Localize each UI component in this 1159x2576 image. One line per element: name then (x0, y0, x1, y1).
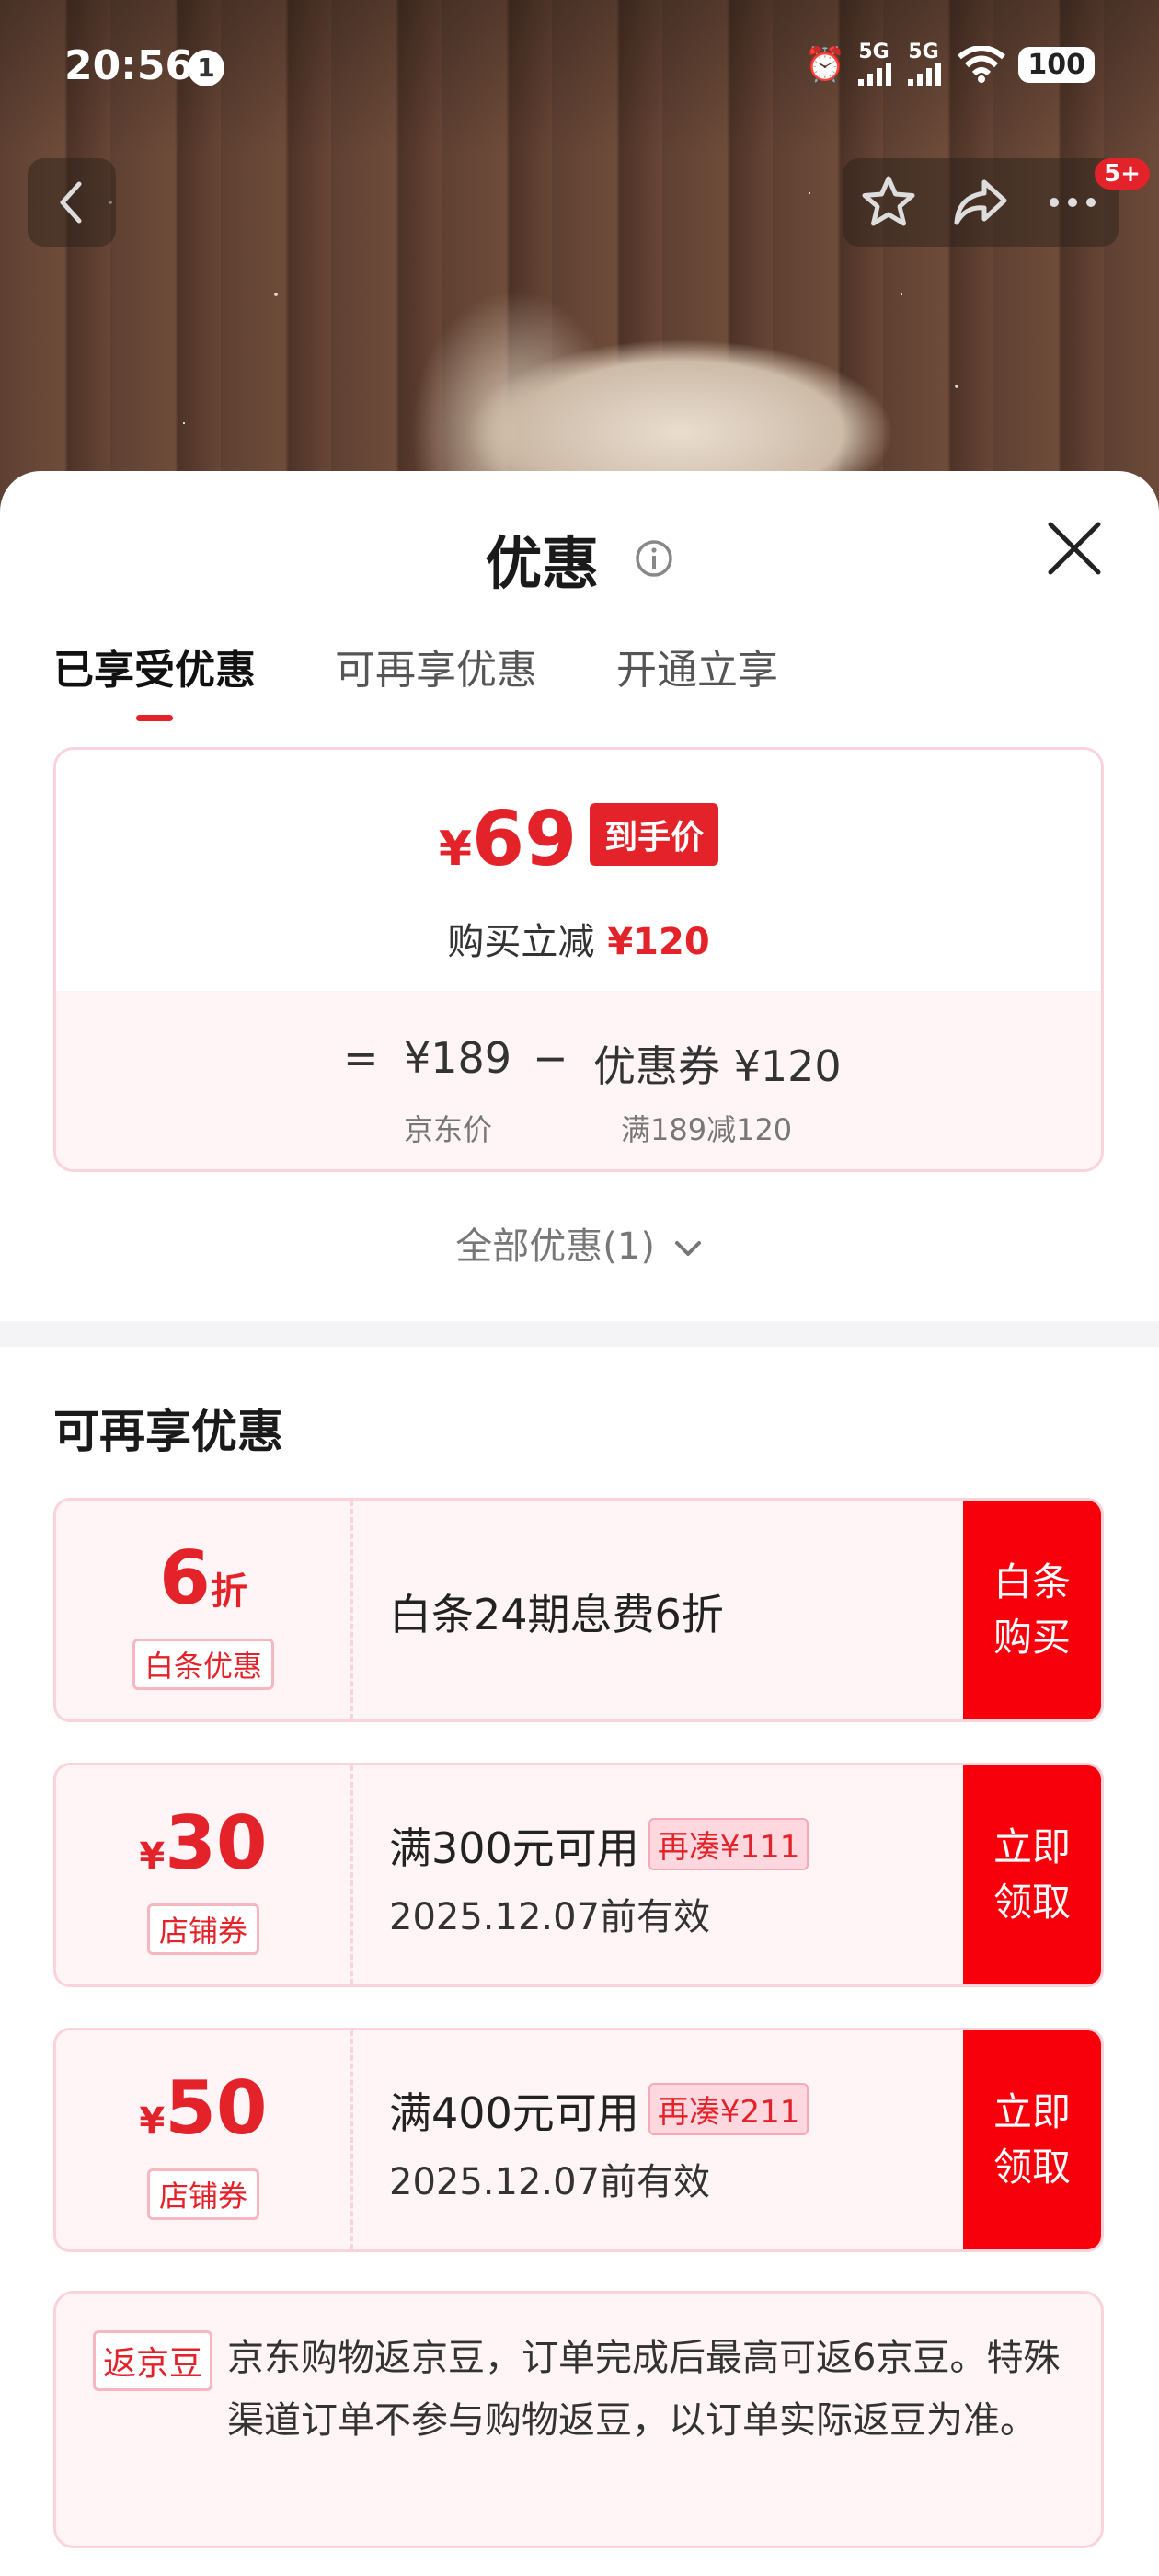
coupon-expiry: 2025.12.07前有效 (389, 2161, 711, 2203)
price-card: ¥69 到手价 购买立减 ¥120 = ¥189 − 优惠券 ¥120 京东价 满1… (53, 747, 1104, 1172)
coupon-condition-text: 满400元可用 (389, 2088, 639, 2138)
price-currency: ¥ (438, 822, 473, 877)
status-bar: 20:56 1 ⏰ 5G 5G 100 (0, 0, 1159, 138)
close-button[interactable] (1043, 517, 1106, 580)
coupon-type: 白条优惠 (132, 1639, 275, 1690)
coupon-card: ¥50 店铺券 满400元可用 再凑¥211 2025.12.07前有效 立即领取 (53, 2028, 1104, 2252)
coupon-value-block: ¥30 店铺券 (56, 1765, 350, 1984)
reduce-label: 购买立减 (447, 921, 595, 963)
baitiao-buy-button[interactable]: 白条购买 (963, 1501, 1101, 1719)
sheet-title-text: 优惠 (485, 530, 600, 597)
signal-1-icon: 5G (858, 42, 895, 86)
coupon-condition: 满300元可用 再凑¥111 (389, 1815, 809, 1876)
top-actions (843, 158, 1119, 247)
price-summary: ¥69 到手价 购买立减 ¥120 (56, 750, 1101, 991)
coupon-rule-label: 满189减120 (621, 1112, 793, 1147)
price-value: 69 (472, 796, 578, 883)
tab-more-offers[interactable]: 可再享优惠 (335, 637, 537, 696)
all-offers-toggle[interactable]: 全部优惠(1) (0, 1216, 1159, 1270)
coupon-divider (350, 1501, 353, 1719)
signal-2-icon: 5G (908, 42, 945, 86)
coupon-amount: 50 (165, 2065, 268, 2151)
notification-count: 1 (188, 50, 224, 86)
action-label: 立即领取 (993, 2089, 1071, 2190)
action-label: 白条购买 (993, 1559, 1071, 1660)
more-offers-title: 可再享优惠 (53, 1405, 283, 1458)
coupon-currency: ¥ (139, 2100, 166, 2143)
all-offers-label: 全部优惠(1) (455, 1225, 655, 1268)
coupon-type: 店铺券 (146, 2168, 260, 2220)
back-button[interactable] (28, 158, 116, 247)
claim-coupon-button[interactable]: 立即领取 (963, 2030, 1101, 2249)
coupon-type: 店铺券 (146, 1903, 260, 1955)
coupon-condition: 白条24期息费6折 (389, 1590, 724, 1639)
coupon-value: ¥30 (56, 1800, 350, 1886)
claim-coupon-button[interactable]: 立即领取 (963, 1765, 1101, 1984)
battery-indicator: 100 (1018, 46, 1095, 83)
coupon-unit: 折 (210, 1570, 247, 1613)
coupon-amount: 6 (159, 1535, 211, 1621)
offer-tabs: 已享受优惠 可再享优惠 开通立享 (53, 637, 778, 721)
section-divider (0, 1321, 1159, 1347)
action-label: 立即领取 (993, 1824, 1071, 1925)
final-price-tag: 到手价 (590, 803, 719, 866)
status-icons: ⏰ 5G 5G 100 (805, 42, 1095, 86)
final-price: ¥69 到手价 (56, 796, 1101, 883)
original-price: ¥189 (404, 1033, 512, 1083)
formula-minus: − (533, 1033, 568, 1083)
tab-enjoyed[interactable]: 已享受优惠 (53, 637, 256, 721)
jd-beans-info: 返京豆 京东购物返京豆，订单完成后最高可返6京豆。特殊渠道订单不参与购物返豆，以… (53, 2291, 1104, 2548)
coupon-gap-badge: 再凑¥111 (648, 1818, 809, 1870)
sheet-title: 优惠 (0, 517, 1159, 600)
star-icon (862, 176, 915, 226)
coupon-condition-text: 满300元可用 (389, 1823, 639, 1873)
reduce-line: 购买立减 ¥120 (56, 912, 1101, 965)
network-type-2: 5G (908, 40, 939, 63)
price-breakdown: = ¥189 − 优惠券 ¥120 京东价 满189减120 (56, 991, 1101, 1169)
coupon-expiry: 2025.12.07前有效 (389, 1896, 711, 1938)
info-icon[interactable] (634, 538, 674, 579)
coupon-amount: 30 (165, 1800, 268, 1886)
coupon-deduction: 优惠券 ¥120 (593, 1041, 842, 1091)
favorite-button[interactable] (852, 166, 925, 239)
original-price-label: 京东价 (404, 1112, 493, 1147)
coupon-card: ¥30 店铺券 满300元可用 再凑¥111 2025.12.07前有效 立即领取 (53, 1763, 1104, 1987)
coupon-value-block: 6折 白条优惠 (56, 1501, 350, 1719)
coupon-value-block: ¥50 店铺券 (56, 2030, 350, 2249)
coupon-gap-badge: 再凑¥211 (648, 2083, 809, 2135)
beans-tag: 返京豆 (93, 2330, 213, 2391)
share-icon (954, 179, 1007, 225)
network-type-1: 5G (858, 40, 889, 63)
coupon-card: 6折 白条优惠 白条24期息费6折 白条购买 (53, 1498, 1104, 1722)
message-badge: 5+ (1095, 158, 1150, 190)
reduce-value: ¥120 (607, 921, 710, 963)
coupon-details: 满300元可用 再凑¥111 2025.12.07前有效 (389, 1765, 1015, 1984)
coupon-divider (350, 2030, 353, 2249)
chevron-left-icon (60, 181, 82, 224)
formula-equals: = (343, 1033, 379, 1083)
offers-sheet: 优惠 已享受优惠 可再享优惠 开通立享 ¥69 到手价 购买立减 ¥120 = ¥1… (0, 471, 1159, 2576)
coupon-details: 白条24期息费6折 (389, 1501, 1015, 1719)
beans-description: 京东购物返京豆，订单完成后最高可返6京豆。特殊渠道订单不参与购物返豆，以订单实际… (227, 2337, 1061, 2442)
status-time: 20:56 (64, 42, 194, 89)
coupon-currency: ¥ (139, 1835, 166, 1878)
share-button[interactable] (944, 166, 1017, 239)
coupon-value: 6折 (56, 1535, 350, 1621)
coupon-details: 满400元可用 再凑¥211 2025.12.07前有效 (389, 2030, 1015, 2249)
chevron-down-icon (674, 1241, 701, 1256)
wifi-icon (958, 46, 1006, 83)
alarm-icon: ⏰ (804, 46, 846, 84)
coupon-divider (350, 1765, 353, 1984)
tab-activate[interactable]: 开通立享 (616, 637, 778, 696)
coupon-condition: 满400元可用 再凑¥211 (389, 2080, 809, 2141)
more-icon (1050, 198, 1096, 207)
coupon-value: ¥50 (56, 2065, 350, 2151)
